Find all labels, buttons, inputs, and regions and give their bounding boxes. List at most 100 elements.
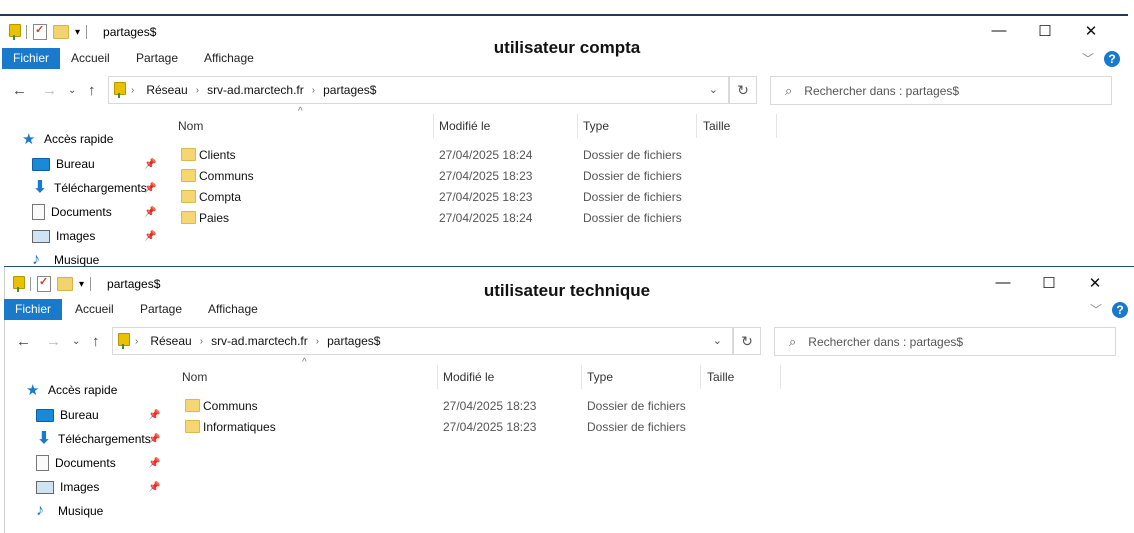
sidebar-item-bureau[interactable]: Bureau 📌 — [22, 152, 162, 176]
search-input[interactable]: ⌕ Rechercher dans : partages$ — [774, 327, 1116, 356]
file-modified: 27/04/2025 18:23 — [443, 399, 537, 413]
pin-icon[interactable]: 📌 — [144, 159, 156, 170]
column-header-modifie[interactable]: Modifié le — [439, 112, 490, 138]
list-item[interactable]: Paies 27/04/2025 18:24 Dossier de fichie… — [162, 207, 782, 228]
column-header-type[interactable]: Type — [587, 363, 613, 389]
back-icon[interactable]: ← — [16, 333, 31, 350]
breadcrumb-share[interactable]: partages$ — [327, 334, 380, 348]
breadcrumb-arrow-icon[interactable]: › — [316, 336, 319, 347]
column-separator[interactable] — [433, 114, 434, 138]
maximize-icon[interactable]: ☐ — [1022, 22, 1068, 40]
sidebar-item-images[interactable]: Images 📌 — [22, 224, 162, 248]
tab-affichage[interactable]: Affichage — [208, 299, 258, 320]
breadcrumb-arrow-icon[interactable]: › — [131, 85, 134, 96]
refresh-icon[interactable]: ↻ — [729, 76, 757, 104]
forward-icon[interactable]: → — [42, 82, 57, 99]
breadcrumb-reseau[interactable]: Réseau — [146, 83, 187, 97]
sidebar-item-images[interactable]: Images 📌 — [26, 475, 166, 499]
maximize-icon[interactable]: ☐ — [1026, 274, 1072, 292]
breadcrumb: Réseau › srv-ad.marctech.fr › partages$ — [150, 334, 388, 348]
breadcrumb-arrow-icon[interactable]: › — [135, 336, 138, 347]
sidebar-item-telechargements[interactable]: ⬇ Téléchargements 📌 — [22, 176, 162, 200]
list-item[interactable]: Communs 27/04/2025 18:23 Dossier de fich… — [166, 395, 786, 416]
sidebar-item-telechargements[interactable]: ⬇ Téléchargements 📌 — [26, 427, 166, 451]
column-separator[interactable] — [577, 114, 578, 138]
list-item[interactable]: Clients 27/04/2025 18:24 Dossier de fich… — [162, 144, 782, 165]
column-separator[interactable] — [437, 365, 438, 389]
help-icon[interactable]: ? — [1104, 50, 1120, 67]
search-input[interactable]: ⌕ Rechercher dans : partages$ — [770, 76, 1112, 105]
expand-ribbon-icon[interactable]: ﹀ — [1082, 50, 1094, 67]
sidebar-item-documents[interactable]: Documents 📌 — [22, 200, 162, 224]
file-name: Informatiques — [203, 420, 276, 434]
tab-fichier[interactable]: Fichier — [2, 48, 60, 69]
column-separator[interactable] — [776, 114, 777, 138]
minimize-icon[interactable]: — — [976, 22, 1022, 40]
forward-icon[interactable]: → — [46, 333, 61, 350]
minimize-icon[interactable]: — — [980, 274, 1026, 292]
file-name: Paies — [199, 211, 230, 225]
recent-locations-icon[interactable]: ⌄ — [68, 85, 76, 96]
tab-affichage[interactable]: Affichage — [204, 48, 254, 69]
column-header-modifie[interactable]: Modifié le — [443, 363, 494, 389]
tab-accueil[interactable]: Accueil — [71, 48, 110, 69]
tab-accueil[interactable]: Accueil — [75, 299, 114, 320]
address-dropdown-icon[interactable]: ⌄ — [713, 334, 722, 347]
address-dropdown-icon[interactable]: ⌄ — [709, 83, 718, 96]
column-header-taille[interactable]: Taille — [703, 112, 730, 138]
list-item[interactable]: Communs 27/04/2025 18:23 Dossier de fich… — [162, 165, 782, 186]
tab-partage[interactable]: Partage — [136, 48, 178, 69]
sidebar-item-musique[interactable]: ♪ Musique — [22, 248, 162, 267]
up-icon[interactable]: ↑ — [88, 82, 96, 99]
sidebar-item-documents[interactable]: Documents 📌 — [26, 451, 166, 475]
sidebar-item-musique[interactable]: ♪ Musique — [26, 499, 166, 523]
folder-icon — [181, 190, 196, 203]
pin-icon[interactable]: 📌 — [144, 231, 156, 242]
list-item[interactable]: Informatiques 27/04/2025 18:23 Dossier d… — [166, 416, 786, 437]
toolbar-separator — [26, 25, 27, 39]
breadcrumb-server[interactable]: srv-ad.marctech.fr — [207, 83, 304, 97]
breadcrumb-reseau[interactable]: Réseau — [150, 334, 191, 348]
column-separator[interactable] — [780, 365, 781, 389]
column-separator[interactable] — [696, 114, 697, 138]
up-icon[interactable]: ↑ — [92, 333, 100, 350]
address-bar[interactable]: › Réseau › srv-ad.marctech.fr › partages… — [108, 76, 729, 104]
tab-fichier[interactable]: Fichier — [4, 299, 62, 320]
list-item[interactable]: Compta 27/04/2025 18:23 Dossier de fichi… — [162, 186, 782, 207]
sidebar-item-bureau[interactable]: Bureau 📌 — [26, 403, 166, 427]
pin-icon[interactable]: 📌 — [144, 183, 156, 194]
expand-ribbon-icon[interactable]: ﹀ — [1090, 301, 1102, 318]
pin-icon[interactable]: 📌 — [148, 434, 160, 445]
breadcrumb-arrow-icon[interactable]: › — [312, 85, 315, 96]
file-type: Dossier de fichiers — [583, 190, 682, 204]
column-header-type[interactable]: Type — [583, 112, 609, 138]
customize-toolbar-icon[interactable]: ▾ — [75, 27, 80, 38]
tab-partage[interactable]: Partage — [140, 299, 182, 320]
file-type: Dossier de fichiers — [583, 169, 682, 183]
pin-icon[interactable]: 📌 — [148, 458, 160, 469]
recent-locations-icon[interactable]: ⌄ — [72, 336, 80, 347]
column-header-taille[interactable]: Taille — [707, 363, 734, 389]
breadcrumb-share[interactable]: partages$ — [323, 83, 376, 97]
pin-icon[interactable]: 📌 — [148, 482, 160, 493]
sidebar-item-quick-access[interactable]: ★ Accès rapide — [26, 377, 166, 403]
sidebar-item-label: Accès rapide — [48, 383, 118, 397]
column-header-nom[interactable]: Nom — [182, 363, 207, 389]
column-separator[interactable] — [581, 365, 582, 389]
back-icon[interactable]: ← — [12, 82, 27, 99]
pin-icon[interactable]: 📌 — [148, 410, 160, 421]
close-icon[interactable]: ✕ — [1072, 274, 1118, 292]
close-icon[interactable]: ✕ — [1068, 22, 1114, 40]
new-folder-icon[interactable] — [53, 25, 69, 39]
refresh-icon[interactable]: ↻ — [733, 327, 761, 355]
pin-icon[interactable]: 📌 — [144, 207, 156, 218]
breadcrumb-arrow-icon[interactable]: › — [200, 336, 203, 347]
file-name: Clients — [199, 148, 236, 162]
address-bar[interactable]: › Réseau › srv-ad.marctech.fr › partages… — [112, 327, 733, 355]
breadcrumb-server[interactable]: srv-ad.marctech.fr — [211, 334, 308, 348]
sidebar-item-quick-access[interactable]: ★ Accès rapide — [22, 126, 162, 152]
column-header-nom[interactable]: Nom — [178, 112, 203, 138]
help-icon[interactable]: ? — [1112, 301, 1128, 318]
column-separator[interactable] — [700, 365, 701, 389]
breadcrumb-arrow-icon[interactable]: › — [196, 85, 199, 96]
